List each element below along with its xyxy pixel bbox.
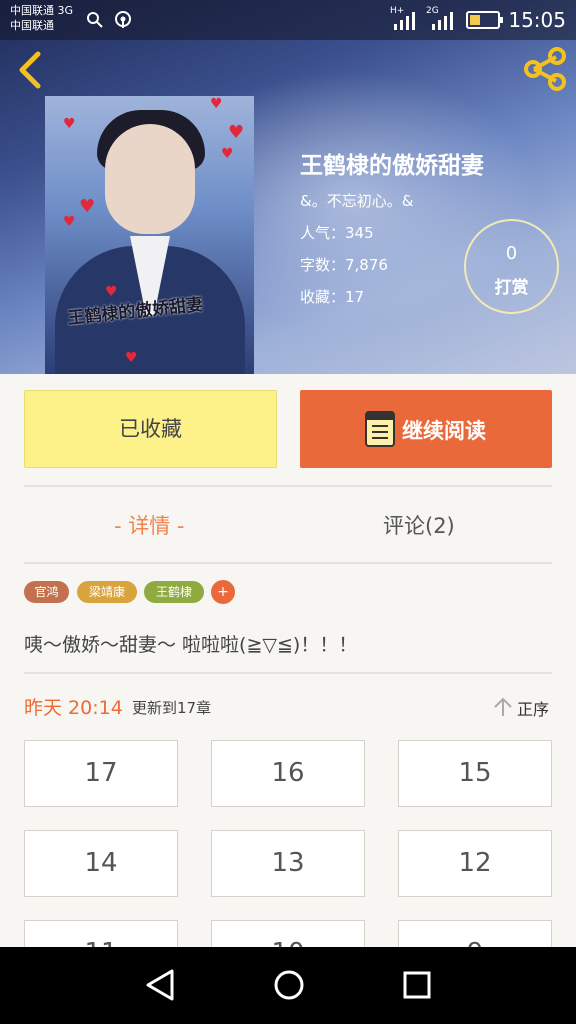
add-tag-button[interactable]: +	[211, 580, 235, 604]
divider	[24, 562, 552, 564]
popularity-stat: 人气：345	[300, 224, 374, 242]
back-triangle-icon[interactable]	[144, 968, 178, 1002]
chapter-button[interactable]: 16	[211, 740, 365, 807]
carrier-1: 中国联通 3G	[10, 4, 74, 17]
book-author[interactable]: &。不忘初心。&	[300, 190, 413, 211]
chapter-button[interactable]: 12	[398, 830, 552, 897]
continue-reading-button[interactable]: 继续阅读	[300, 390, 552, 468]
system-nav-bar	[0, 947, 576, 1024]
signal-1-icon	[394, 12, 415, 30]
share-button[interactable]	[522, 46, 568, 92]
status-bar: 中国联通 3G 中国联通 H+ 2G 15:05	[0, 0, 576, 40]
chevron-left-icon	[19, 51, 41, 89]
home-circle-icon[interactable]	[272, 968, 306, 1002]
heart-icon: ♥	[105, 284, 118, 300]
heart-icon: ♥	[228, 122, 245, 143]
heart-icon: ♥	[221, 146, 234, 162]
signal-2-icon	[432, 12, 453, 30]
heart-icon: ♥	[79, 196, 96, 217]
sort-order-label: 正序	[517, 700, 550, 719]
word-count-stat: 字数：7,876	[300, 256, 388, 274]
chapter-button[interactable]: 13	[211, 830, 365, 897]
update-text: 更新到17章	[132, 699, 212, 717]
book-description: 咦～傲娇～甜妻～ 啦啦啦(≧▽≦)！！！	[24, 634, 358, 656]
battery-icon	[466, 11, 503, 29]
continue-reading-label: 继续阅读	[402, 419, 486, 443]
book-icon	[365, 411, 395, 447]
heart-icon: ♥	[125, 350, 138, 366]
reward-label: 打赏	[494, 278, 529, 298]
heart-icon: ♥	[210, 96, 223, 112]
cover-figure-face	[105, 124, 195, 234]
recents-square-icon[interactable]	[400, 968, 434, 1002]
share-icon	[524, 47, 566, 91]
hotspot-icon	[115, 11, 131, 28]
favorites-stat: 收藏：17	[300, 288, 365, 306]
collected-button[interactable]: 已收藏	[24, 390, 277, 468]
tag-item[interactable]: 梁靖康	[77, 581, 137, 603]
carrier-2: 中国联通	[10, 19, 54, 32]
chapter-button[interactable]: 17	[24, 740, 178, 807]
search-icon	[87, 12, 103, 28]
status-time: 15:05	[508, 8, 566, 32]
back-button[interactable]	[12, 50, 52, 90]
tag-item[interactable]: 王鹤棣	[144, 581, 204, 603]
book-header: 中国联通 3G 中国联通 H+ 2G 15:05 ♥ ♥ ♥ ♥ ♥ ♥ ♥ ♥…	[0, 0, 576, 374]
tag-item[interactable]: 官鸿	[24, 581, 69, 603]
book-title: 王鹤棣的傲娇甜妻	[300, 153, 484, 179]
update-time: 昨天 20:14	[24, 697, 123, 719]
heart-icon: ♥	[63, 116, 76, 132]
divider	[24, 672, 552, 674]
divider	[24, 485, 552, 487]
tab-details[interactable]: - 详情 -	[114, 510, 185, 540]
chapter-button[interactable]: 14	[24, 830, 178, 897]
reward-count: 0	[505, 243, 518, 264]
reward-button[interactable]: 0 打赏	[464, 219, 559, 314]
tab-comments[interactable]: 评论(2)	[383, 510, 455, 540]
arrow-up-icon	[494, 697, 512, 716]
chapter-button[interactable]: 15	[398, 740, 552, 807]
book-cover[interactable]: ♥ ♥ ♥ ♥ ♥ ♥ ♥ ♥ 王鹤棣的傲娇甜妻	[45, 96, 254, 374]
heart-icon: ♥	[63, 214, 76, 230]
